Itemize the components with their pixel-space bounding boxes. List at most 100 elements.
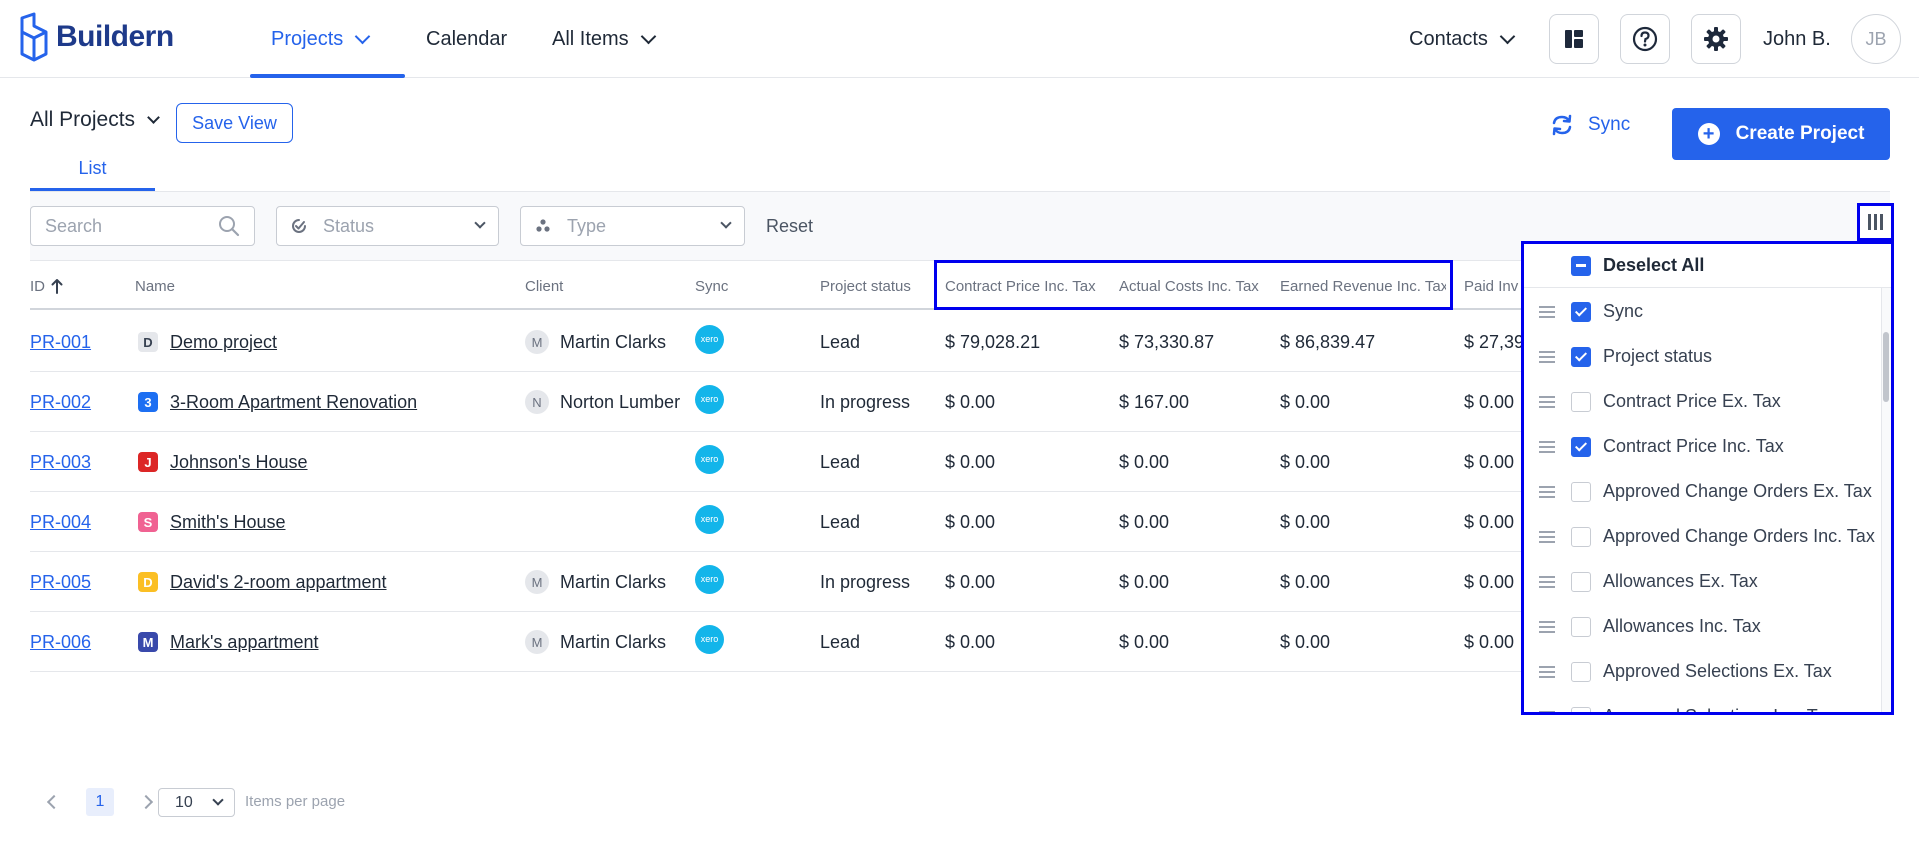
page-number-current[interactable]: 1 xyxy=(86,788,114,816)
brand-logo[interactable]: Buildern xyxy=(18,12,174,62)
table-row[interactable]: PR-003 J Johnson's House xero Lead $ 0.0… xyxy=(30,432,1530,492)
buildern-logo-icon xyxy=(20,12,48,62)
view-selector[interactable]: All Projects xyxy=(30,108,160,132)
checkbox-unchecked[interactable] xyxy=(1571,661,1591,682)
save-view-button[interactable]: Save View xyxy=(176,103,293,143)
client-cell: M Martin Clarks xyxy=(525,312,715,372)
drag-handle-icon[interactable] xyxy=(1539,305,1555,318)
column-header-project-status[interactable]: Project status xyxy=(820,262,935,310)
create-project-button[interactable]: + Create Project xyxy=(1672,108,1890,160)
column-option[interactable]: Project status xyxy=(1524,334,1891,379)
checkbox-unchecked[interactable] xyxy=(1571,616,1591,637)
drag-handle-icon[interactable] xyxy=(1539,440,1555,453)
drag-handle-icon[interactable] xyxy=(1539,575,1555,588)
project-name-link[interactable]: Smith's House xyxy=(170,512,285,533)
column-option[interactable]: Approved Change Orders Inc. Tax xyxy=(1524,514,1891,559)
column-option[interactable]: Contract Price Ex. Tax xyxy=(1524,379,1891,424)
column-option[interactable]: Approved Selections Inc. Tax xyxy=(1524,694,1891,712)
drag-handle-icon[interactable] xyxy=(1539,350,1555,363)
drag-handle-icon[interactable] xyxy=(1539,710,1555,712)
actual-costs-cell: $ 73,330.87 xyxy=(1119,331,1215,352)
tab-list[interactable]: List xyxy=(30,158,155,190)
xero-icon: xero xyxy=(695,564,724,594)
type-filter[interactable]: Type xyxy=(520,206,745,246)
sync-cell: xero xyxy=(695,312,755,372)
table-row[interactable]: PR-001 D Demo project M Martin Clarks xer… xyxy=(30,312,1530,372)
nav-calendar-label: Calendar xyxy=(426,27,508,50)
checkbox-unchecked[interactable] xyxy=(1571,706,1591,712)
column-option-label: Allowances Inc. Tax xyxy=(1603,616,1761,636)
drag-handle-icon[interactable] xyxy=(1539,395,1555,408)
deselect-all-option[interactable]: Deselect All xyxy=(1524,244,1891,288)
chevron-right-icon xyxy=(138,794,154,810)
checkbox-unchecked[interactable] xyxy=(1571,526,1591,547)
column-header-paid-invoices[interactable]: Paid Inv xyxy=(1464,262,1524,310)
project-id-link[interactable]: PR-003 xyxy=(30,452,91,473)
drag-handle-icon[interactable] xyxy=(1539,620,1555,633)
project-badge: D xyxy=(138,332,158,352)
nav-projects[interactable]: Projects xyxy=(271,0,371,78)
project-status-cell: Lead xyxy=(820,511,861,532)
search-input[interactable]: Search xyxy=(30,206,255,246)
deselect-all-label: Deselect All xyxy=(1603,255,1705,275)
checkbox-checked[interactable] xyxy=(1571,346,1591,367)
checkbox-checked[interactable] xyxy=(1571,436,1591,457)
column-option[interactable]: Approved Selections Ex. Tax xyxy=(1524,649,1891,694)
earned-revenue-cell: $ 0.00 xyxy=(1280,451,1331,472)
checkbox-unchecked[interactable] xyxy=(1571,481,1591,502)
client-avatar: M xyxy=(525,330,549,354)
help-button[interactable] xyxy=(1620,14,1670,64)
project-id-link[interactable]: PR-004 xyxy=(30,512,91,533)
column-header-client[interactable]: Client xyxy=(525,262,645,310)
settings-button[interactable] xyxy=(1691,14,1741,64)
table-row[interactable]: PR-002 3 3-Room Apartment Renovation N No… xyxy=(30,372,1530,432)
checkbox-checked[interactable] xyxy=(1571,301,1591,322)
column-option[interactable]: Sync xyxy=(1524,289,1891,334)
column-option[interactable]: Contract Price Inc. Tax xyxy=(1524,424,1891,469)
panel-scrollbar-thumb[interactable] xyxy=(1883,332,1889,402)
column-option[interactable]: Allowances Ex. Tax xyxy=(1524,559,1891,604)
project-id-link[interactable]: PR-006 xyxy=(30,632,91,653)
column-option[interactable]: Approved Change Orders Ex. Tax xyxy=(1524,469,1891,514)
drag-handle-icon[interactable] xyxy=(1539,530,1555,543)
project-badge: M xyxy=(138,632,158,652)
dashboard-button[interactable] xyxy=(1549,14,1599,64)
paid-invoices-cell: $ 27,39 xyxy=(1464,331,1524,352)
contract-price-cell: $ 0.00 xyxy=(945,391,996,412)
column-settings-button[interactable] xyxy=(1857,203,1894,241)
next-page-button[interactable] xyxy=(132,788,160,816)
checkbox-unchecked[interactable] xyxy=(1571,391,1591,412)
project-name-link[interactable]: 3-Room Apartment Renovation xyxy=(170,392,417,413)
client-avatar: M xyxy=(525,570,549,594)
drag-handle-icon[interactable] xyxy=(1539,665,1555,678)
column-option[interactable]: Allowances Inc. Tax xyxy=(1524,604,1891,649)
checkbox-unchecked[interactable] xyxy=(1571,571,1591,592)
client-cell: N Norton Lumber xyxy=(525,372,715,432)
indeterminate-checkbox-icon[interactable] xyxy=(1571,255,1591,276)
items-per-page-select[interactable]: 10 xyxy=(158,788,235,817)
column-option-label: Approved Change Orders Ex. Tax xyxy=(1603,481,1872,501)
table-row[interactable]: PR-006 M Mark's appartment M Martin Clark… xyxy=(30,612,1530,672)
reset-filters-button[interactable]: Reset xyxy=(766,216,813,237)
table-row[interactable]: PR-005 D David's 2-room appartment M Mart… xyxy=(30,552,1530,612)
project-id-link[interactable]: PR-002 xyxy=(30,392,91,413)
sync-button[interactable]: Sync xyxy=(1550,113,1630,137)
nav-contacts[interactable]: Contacts xyxy=(1409,0,1516,78)
project-id-link[interactable]: PR-005 xyxy=(30,572,91,593)
project-name-link[interactable]: David's 2-room appartment xyxy=(170,572,387,593)
column-header-sync[interactable]: Sync xyxy=(695,262,775,310)
column-header-id[interactable]: ID xyxy=(30,262,110,310)
table-row[interactable]: PR-004 S Smith's House xero Lead $ 0.00 … xyxy=(30,492,1530,552)
sync-icon xyxy=(1552,114,1572,136)
project-name-link[interactable]: Mark's appartment xyxy=(170,632,319,653)
status-filter[interactable]: Status xyxy=(276,206,499,246)
nav-calendar[interactable]: Calendar xyxy=(426,0,507,78)
column-header-name[interactable]: Name xyxy=(135,262,435,310)
drag-handle-icon[interactable] xyxy=(1539,485,1555,498)
nav-all-items[interactable]: All Items xyxy=(552,0,656,78)
project-name-link[interactable]: Demo project xyxy=(170,332,277,353)
project-name-link[interactable]: Johnson's House xyxy=(170,452,308,473)
user-avatar[interactable]: JB xyxy=(1851,14,1901,64)
project-id-link[interactable]: PR-001 xyxy=(30,332,91,353)
previous-page-button[interactable] xyxy=(40,788,68,816)
